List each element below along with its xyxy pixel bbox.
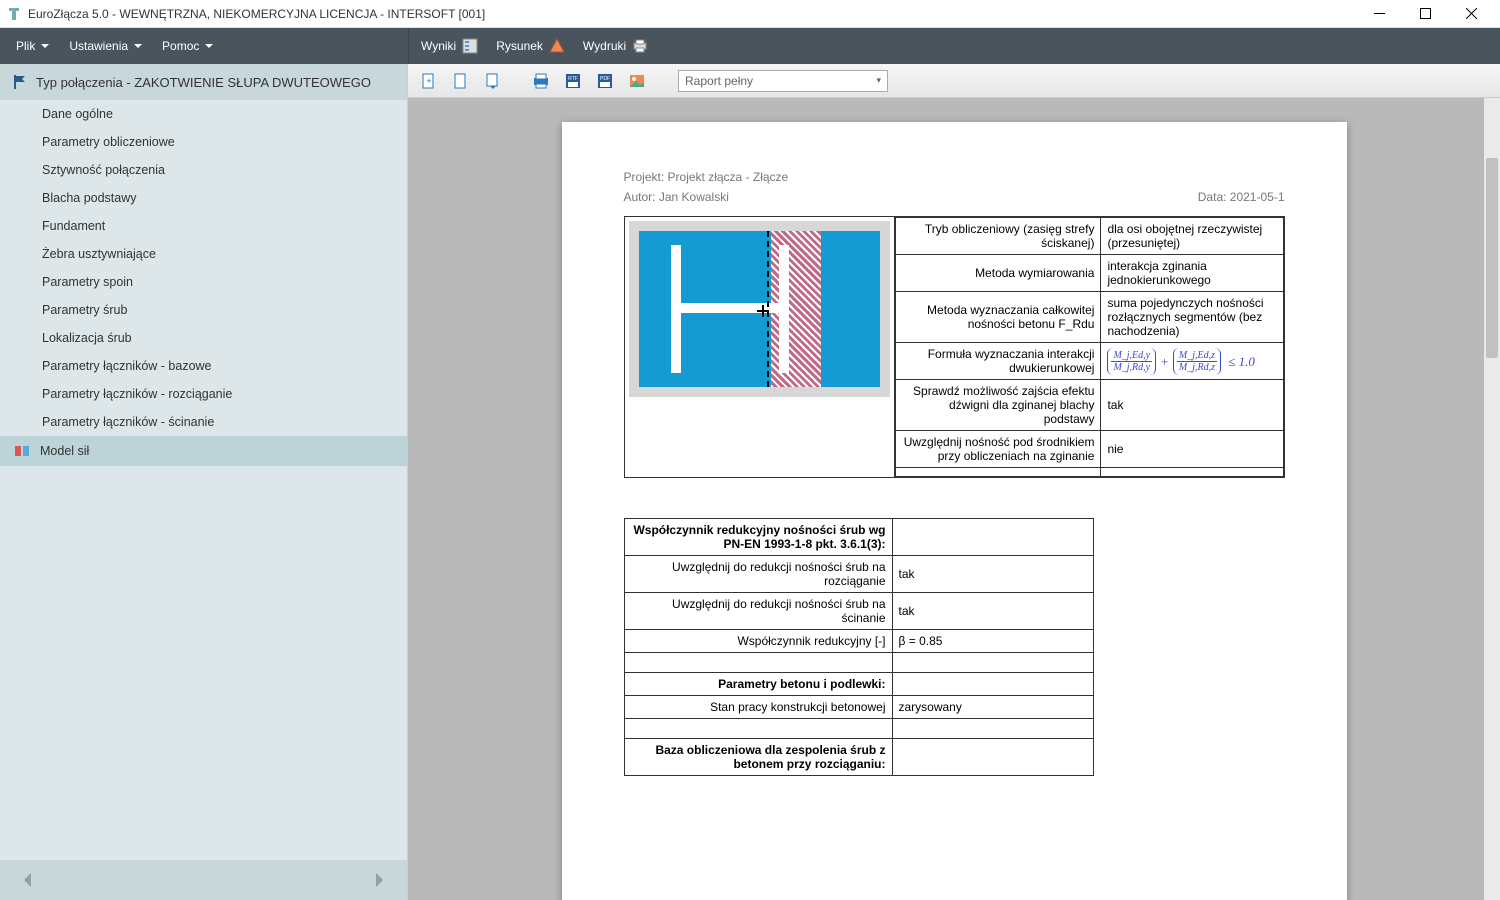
svg-text:PDF: PDF: [600, 76, 610, 82]
sidebar-header[interactable]: Typ połączenia - ZAKOTWIENIE SŁUPA DWUTE…: [0, 64, 407, 100]
diagram-cell: [625, 217, 895, 477]
menu-ustawienia[interactable]: Ustawienia: [59, 28, 152, 64]
sidebar-item[interactable]: Sztywność połączenia: [0, 156, 407, 184]
save-rtf-button[interactable]: RTF: [562, 70, 584, 92]
sidebar-item[interactable]: Żebra usztywniające: [0, 240, 407, 268]
app-icon: [6, 6, 22, 22]
menu-wyniki[interactable]: Wyniki: [421, 38, 478, 54]
chevron-down-icon: [205, 44, 213, 48]
image-button[interactable]: [626, 70, 648, 92]
page-button[interactable]: [450, 70, 472, 92]
menu-plik[interactable]: Plik: [6, 28, 59, 64]
sidebar-item[interactable]: Parametry śrub: [0, 296, 407, 324]
report-type-select[interactable]: Raport pełny ▾: [678, 70, 888, 92]
sidebar: Typ połączenia - ZAKOTWIENIE SŁUPA DWUTE…: [0, 64, 408, 900]
print-button[interactable]: [530, 70, 552, 92]
chevron-down-icon: [41, 44, 49, 48]
sidebar-item-selected[interactable]: Model sił: [0, 436, 407, 466]
sidebar-footer: [0, 860, 407, 900]
report-viewer[interactable]: Projekt: Projekt złącza - Złącze Autor: …: [408, 98, 1500, 900]
connection-diagram: [639, 231, 880, 387]
sidebar-item[interactable]: Parametry łączników - bazowe: [0, 352, 407, 380]
menu-wydruki[interactable]: Wydruki: [583, 38, 648, 54]
report-author: Autor: Jan Kowalski: [624, 190, 729, 204]
svg-text:+: +: [426, 76, 431, 86]
scroll-thumb[interactable]: [1486, 158, 1498, 358]
next-button[interactable]: [367, 868, 391, 892]
page-down-button[interactable]: [482, 70, 504, 92]
sidebar-item[interactable]: Blacha podstawy: [0, 184, 407, 212]
sidebar-item[interactable]: Lokalizacja śrub: [0, 324, 407, 352]
menu-rysunek[interactable]: Rysunek: [496, 38, 565, 54]
chevron-down-icon: ▾: [876, 75, 881, 86]
prev-button[interactable]: [16, 868, 40, 892]
results-icon: [462, 38, 478, 54]
content-area: + RTF PDF Raport pełny ▾ Projekt: Projek…: [408, 64, 1500, 900]
sidebar-item[interactable]: Dane ogólne: [0, 100, 407, 128]
sidebar-item[interactable]: Parametry obliczeniowe: [0, 128, 407, 156]
maximize-button[interactable]: [1402, 0, 1448, 28]
params-block: Tryb obliczeniowy (zasięg strefy ściskan…: [624, 216, 1285, 478]
sidebar-item[interactable]: Fundament: [0, 212, 407, 240]
new-page-button[interactable]: +: [418, 70, 440, 92]
title-bar: EuroZłącza 5.0 - WEWNĘTRZNA, NIEKOMERCYJ…: [0, 0, 1500, 28]
minimize-button[interactable]: [1356, 0, 1402, 28]
report-toolbar: + RTF PDF Raport pełny ▾: [408, 64, 1500, 98]
close-button[interactable]: [1448, 0, 1494, 28]
print-icon: [632, 38, 648, 54]
chevron-down-icon: [134, 44, 142, 48]
report-page: Projekt: Projekt złącza - Złącze Autor: …: [562, 122, 1347, 900]
window-title: EuroZłącza 5.0 - WEWNĘTRZNA, NIEKOMERCYJ…: [28, 7, 1356, 21]
coefficients-table: Współczynnik redukcyjny nośności śrub wg…: [624, 518, 1094, 776]
sidebar-item[interactable]: Parametry spoin: [0, 268, 407, 296]
svg-text:RTF: RTF: [568, 76, 578, 82]
report-project: Projekt: Projekt złącza - Złącze: [624, 170, 1285, 184]
drawing-icon: [549, 38, 565, 54]
report-date: Data: 2021-05-1: [1198, 190, 1285, 204]
flag-icon: [12, 74, 28, 90]
menubar: Plik Ustawienia Pomoc Wyniki Rysunek Wyd…: [0, 28, 1500, 64]
menu-pomoc[interactable]: Pomoc: [152, 28, 223, 64]
save-pdf-button[interactable]: PDF: [594, 70, 616, 92]
sidebar-item[interactable]: Parametry łączników - rozciąganie: [0, 380, 407, 408]
model-icon: [14, 443, 30, 459]
vertical-scrollbar[interactable]: [1484, 98, 1500, 900]
sidebar-item[interactable]: Parametry łączników - ścinanie: [0, 408, 407, 436]
